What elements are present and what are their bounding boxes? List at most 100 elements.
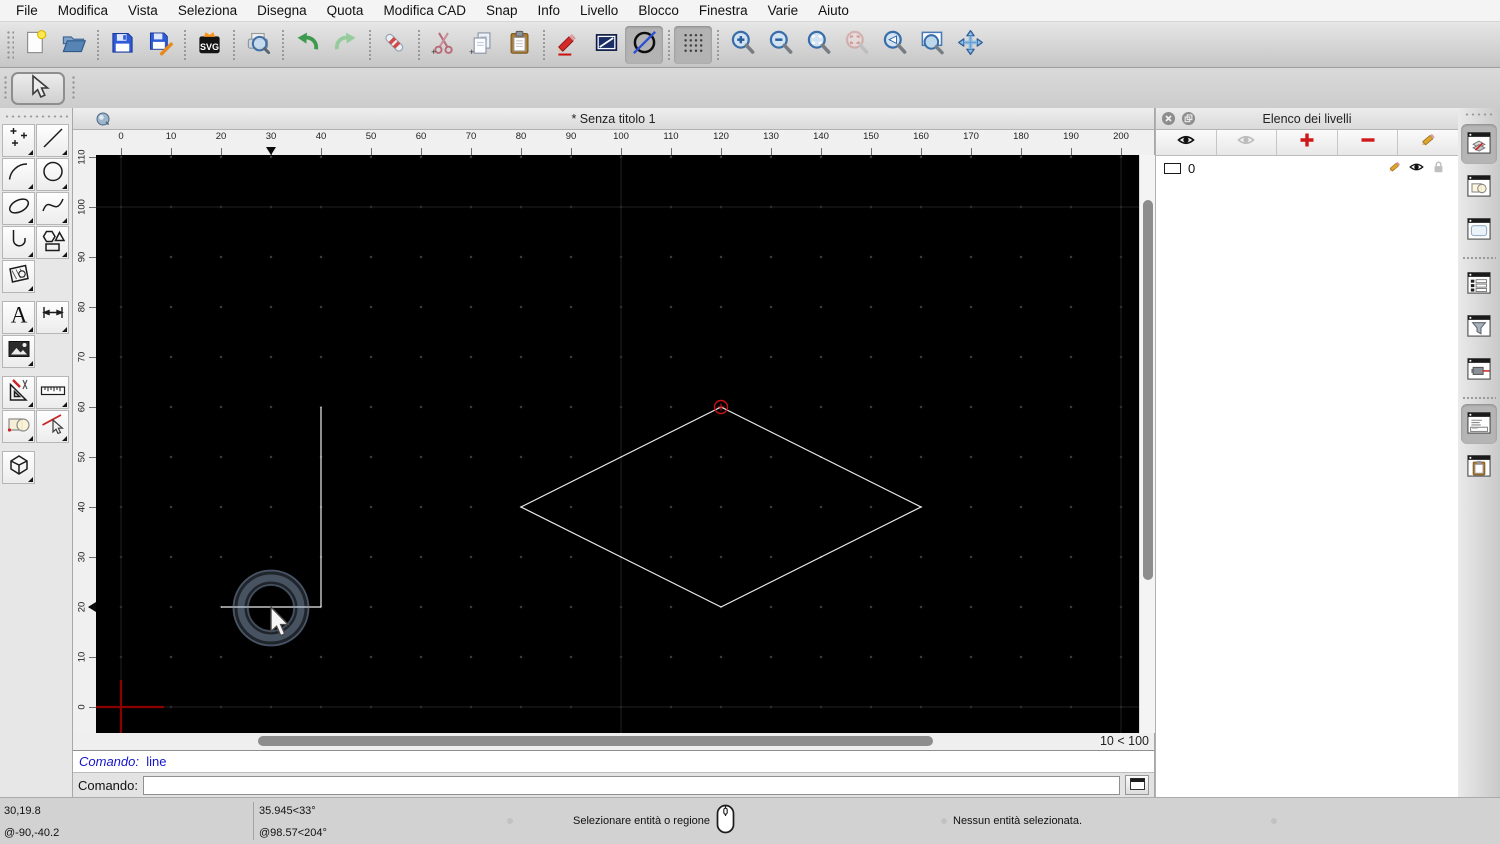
tool-dimension-button[interactable] — [36, 301, 69, 334]
paste-button[interactable] — [500, 26, 538, 64]
zoom-auto-button[interactable] — [799, 26, 837, 64]
menu-snap[interactable]: Snap — [476, 0, 528, 22]
tool-ellipse-button[interactable] — [2, 192, 35, 225]
statusbar-divider — [253, 802, 254, 840]
toolbar-drag-handle[interactable] — [3, 75, 9, 101]
tool-line-button[interactable] — [36, 124, 69, 157]
tool-blocks-button[interactable] — [2, 410, 35, 443]
new-button[interactable] — [16, 26, 54, 64]
hruler-label: 20 — [215, 131, 227, 142]
cut-button[interactable]: + — [424, 26, 462, 64]
menu-varie[interactable]: Varie — [758, 0, 809, 22]
library-browser-dock-button[interactable] — [1461, 210, 1497, 250]
tool-measure-button[interactable] — [36, 376, 69, 409]
layer-list-icon — [1465, 128, 1493, 161]
save-icon — [109, 29, 136, 61]
edit-layer-button[interactable] — [1398, 130, 1458, 155]
tool-arc-button[interactable] — [2, 158, 35, 191]
zoom-window-button[interactable] — [913, 26, 951, 64]
tool-deselect-button[interactable] — [36, 410, 69, 443]
palette-drag-handle[interactable] — [4, 111, 68, 120]
menu-finestra[interactable]: Finestra — [689, 0, 758, 22]
entity-list-dock-button[interactable] — [1461, 264, 1497, 304]
selection-arrow-button[interactable] — [11, 72, 65, 105]
copy-button[interactable]: + — [462, 26, 500, 64]
show-all-layers-button[interactable] — [1156, 130, 1217, 155]
snap-marker — [713, 399, 729, 415]
open-button[interactable] — [54, 26, 92, 64]
tool-circle-button[interactable] — [36, 158, 69, 191]
redo-button[interactable] — [326, 26, 364, 64]
zoom-previous-button[interactable] — [875, 26, 913, 64]
svg-export-button[interactable]: SVG — [190, 26, 228, 64]
vertical-scrollbar-thumb[interactable] — [1143, 200, 1153, 580]
tool-hatch-button[interactable] — [2, 260, 35, 293]
tool-solid-button[interactable] — [2, 451, 35, 484]
command-options-dock-button[interactable] — [1461, 350, 1497, 390]
tool-polyline-button[interactable] — [2, 226, 35, 259]
toolbar-drag-handle[interactable] — [71, 75, 77, 101]
delete-button[interactable] — [375, 26, 413, 64]
command-window-button[interactable] — [1125, 775, 1149, 795]
mouse-hint-icon — [716, 804, 736, 838]
hruler-tick — [121, 148, 122, 155]
clipboard-panel-dock-button[interactable] — [1461, 447, 1497, 487]
toolbar-drag-handle[interactable] — [6, 29, 14, 60]
command-input[interactable] — [142, 775, 1120, 795]
menu-livello[interactable]: Livello — [570, 0, 628, 22]
attributes-pencil-button[interactable] — [549, 26, 587, 64]
menu-blocco[interactable]: Blocco — [628, 0, 689, 22]
menu-quota[interactable]: Quota — [317, 0, 374, 22]
print-preview-button[interactable] — [239, 26, 277, 64]
menu-modifica[interactable]: Modifica — [48, 0, 118, 22]
line-attributes-button[interactable] — [587, 26, 625, 64]
selection-filter-dock-button[interactable] — [1461, 307, 1497, 347]
status-indicator-dot — [941, 818, 947, 824]
drawing-canvas[interactable] — [96, 155, 1139, 733]
hide-all-layers-button[interactable] — [1217, 130, 1278, 155]
dock-widgets-toolbar — [1458, 108, 1500, 797]
add-layer-icon — [1298, 132, 1316, 153]
menu-vista[interactable]: Vista — [118, 0, 168, 22]
menu-file[interactable]: File — [6, 0, 48, 22]
document-titlebar[interactable]: * Senza titolo 1 — [73, 108, 1154, 130]
tool-shapes-button[interactable] — [36, 226, 69, 259]
tool-spline-button[interactable] — [36, 192, 69, 225]
zoom-select-button[interactable] — [837, 26, 875, 64]
grid-button[interactable] — [674, 25, 712, 64]
palette-empty-cell — [36, 451, 69, 484]
remove-layer-button[interactable] — [1338, 130, 1399, 155]
tool-image-button[interactable] — [2, 335, 35, 368]
layer-color-swatch[interactable] — [1164, 162, 1181, 174]
line-attributes-icon — [593, 29, 620, 61]
edit-layer-icon[interactable] — [1387, 160, 1402, 177]
dock-toolbar-drag-handle[interactable] — [1464, 112, 1494, 120]
draft-mode-button[interactable] — [625, 25, 663, 64]
zoom-out-button[interactable] — [761, 26, 799, 64]
menu-aiuto[interactable]: Aiuto — [808, 0, 859, 22]
tool-text-button[interactable]: A — [2, 301, 35, 334]
zoom-auto-icon — [805, 29, 832, 61]
library-browser-icon — [1465, 214, 1493, 247]
menu-seleziona[interactable]: Seleziona — [168, 0, 247, 22]
block-list-dock-button[interactable] — [1461, 167, 1497, 207]
save-button[interactable] — [103, 26, 141, 64]
command-line-dock-button[interactable] — [1461, 404, 1497, 444]
zoom-in-button[interactable] — [723, 26, 761, 64]
add-layer-button[interactable] — [1277, 130, 1338, 155]
layer-visible-icon[interactable] — [1409, 160, 1424, 177]
menu-disegna[interactable]: Disegna — [247, 0, 317, 22]
layer-lock-icon[interactable] — [1431, 160, 1446, 177]
horizontal-scrollbar[interactable] — [73, 733, 1084, 750]
vertical-scrollbar[interactable] — [1139, 155, 1156, 733]
layer-list-dock-button[interactable] — [1461, 124, 1497, 164]
menu-modifica-cad[interactable]: Modifica CAD — [373, 0, 476, 22]
horizontal-scrollbar-thumb[interactable] — [258, 736, 933, 746]
undo-button[interactable] — [288, 26, 326, 64]
tool-points-button[interactable] — [2, 124, 35, 157]
zoom-pan-button[interactable] — [951, 26, 989, 64]
tool-modify-button[interactable] — [2, 376, 35, 409]
layer-row[interactable]: 0 — [1156, 156, 1458, 180]
menu-info[interactable]: Info — [528, 0, 571, 22]
save-as-button[interactable] — [141, 26, 179, 64]
